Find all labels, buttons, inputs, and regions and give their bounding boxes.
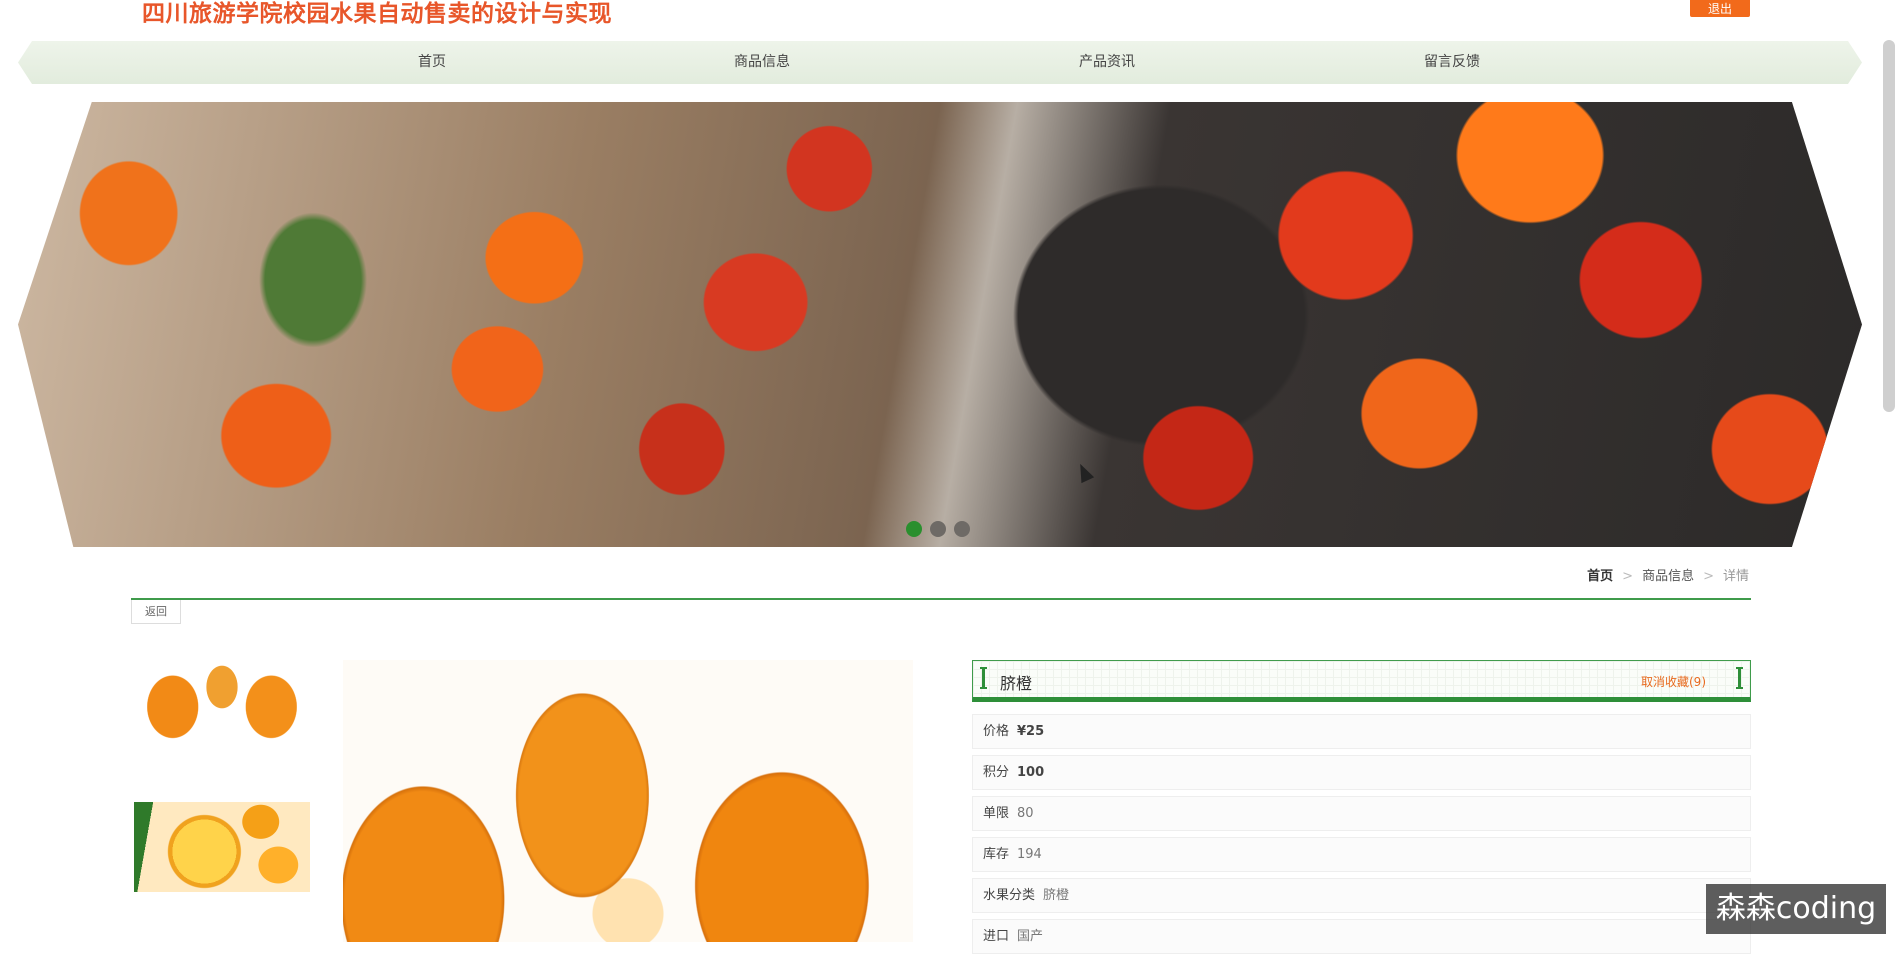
breadcrumb: 首页 > 商品信息 > 详情: [1587, 565, 1749, 584]
points-value: 100: [1017, 765, 1045, 780]
carousel-dot-2[interactable]: [930, 521, 946, 537]
product-thumbnail-2[interactable]: [134, 802, 310, 892]
category-value: 脐橙: [1043, 888, 1070, 903]
product-main-image: [343, 660, 913, 942]
limit-value: 80: [1017, 806, 1034, 821]
nav-item-feedback[interactable]: 留言反馈: [1372, 41, 1532, 84]
product-thumbnail-1[interactable]: [134, 660, 310, 750]
info-row-stock: 库存 194: [972, 837, 1751, 872]
page-scrollbar[interactable]: [1883, 40, 1895, 412]
breadcrumb-current: 详情: [1722, 569, 1749, 584]
breadcrumb-home[interactable]: 首页: [1587, 569, 1613, 584]
product-name: 脐橙: [1000, 674, 1033, 693]
banner-carousel-image[interactable]: [18, 102, 1862, 547]
pin-icon: [1736, 667, 1743, 689]
unfavorite-link[interactable]: 取消收藏(9): [1641, 673, 1706, 690]
pin-icon: [980, 667, 987, 689]
carousel-dot-3[interactable]: [954, 521, 970, 537]
field-label: 积分: [983, 765, 1010, 780]
logout-button[interactable]: 退出: [1690, 0, 1750, 17]
info-row-points: 积分 100: [972, 755, 1751, 790]
nav-item-news[interactable]: 产品资讯: [1027, 41, 1187, 84]
info-row-category: 水果分类 脐橙: [972, 878, 1751, 913]
breadcrumb-separator: >: [1622, 569, 1634, 584]
carousel-indicators: [906, 521, 970, 537]
field-label: 价格: [983, 724, 1010, 739]
field-label: 库存: [983, 847, 1010, 862]
main-nav: 首页 商品信息 产品资讯 留言反馈: [18, 41, 1862, 84]
info-row-origin: 进口 国产: [972, 919, 1751, 954]
site-title: 四川旅游学院校园水果自动售卖的设计与实现: [142, 1, 612, 27]
stock-value: 194: [1017, 847, 1042, 862]
section-divider: [131, 598, 1751, 600]
product-title-bar: 脐橙 取消收藏(9): [972, 660, 1751, 702]
nav-item-home[interactable]: 首页: [352, 41, 512, 84]
breadcrumb-separator: >: [1703, 569, 1714, 584]
info-row-price: 价格 ¥25: [972, 714, 1751, 749]
field-label: 单限: [983, 806, 1010, 821]
info-row-limit: 单限 80: [972, 796, 1751, 831]
price-value: ¥25: [1017, 724, 1045, 739]
field-label: 水果分类: [983, 888, 1036, 903]
breadcrumb-products[interactable]: 商品信息: [1642, 569, 1694, 584]
back-button[interactable]: 返回: [131, 600, 181, 624]
watermark: 森森coding: [1706, 884, 1886, 934]
carousel-dot-1[interactable]: [906, 521, 922, 537]
nav-item-products[interactable]: 商品信息: [682, 41, 842, 84]
